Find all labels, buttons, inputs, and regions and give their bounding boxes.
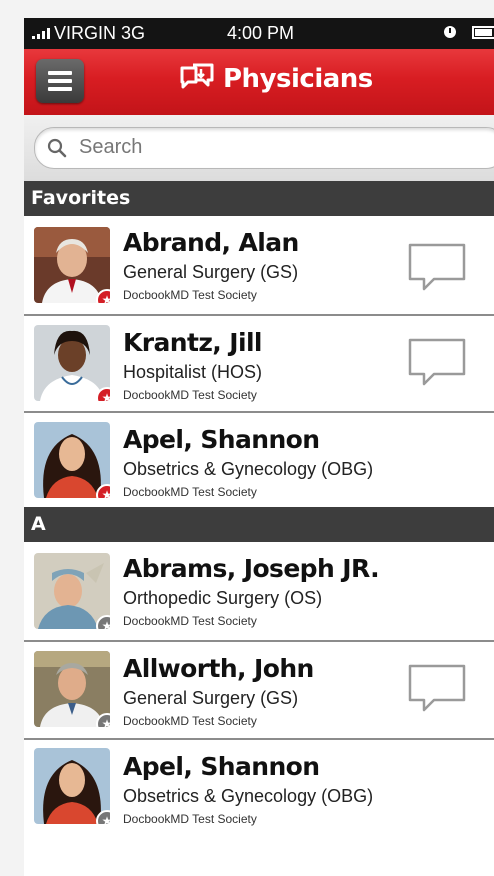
physician-row[interactable]: ★ Apel, Shannon Obsetrics & Gynecology (… <box>24 413 494 507</box>
avatar: ★ <box>34 325 110 401</box>
search-field[interactable] <box>34 127 494 169</box>
message-bubble-icon[interactable] <box>406 336 468 388</box>
physician-society: DocbookMD Test Society <box>123 714 257 728</box>
avatar: ★ <box>34 553 110 629</box>
avatar: ★ <box>34 422 110 498</box>
status-bar: VIRGIN 3G 4:00 PM <box>24 18 494 49</box>
physician-society: DocbookMD Test Society <box>123 288 257 302</box>
phone-screen: VIRGIN 3G 4:00 PM Physicians Search Favo… <box>24 18 494 876</box>
avatar: ★ <box>34 227 110 303</box>
section-header-favorites: Favorites <box>24 181 494 216</box>
physician-name: Krantz, Jill <box>123 328 262 357</box>
physician-row[interactable]: ★ Abrams, Joseph JR. Orthopedic Surgery … <box>24 542 494 642</box>
message-bubble-icon[interactable] <box>406 241 468 293</box>
navigation-bar: Physicians <box>24 49 494 115</box>
physician-society: DocbookMD Test Society <box>123 485 257 499</box>
message-bubble-icon[interactable] <box>406 662 468 714</box>
physician-specialty: General Surgery (GS) <box>123 688 299 708</box>
chat-bubbles-icon <box>180 63 214 89</box>
physician-specialty: Orthopedic Surgery (OS) <box>123 588 323 608</box>
physician-name: Abrand, Alan <box>123 228 299 257</box>
carrier-label: VIRGIN 3G <box>54 23 146 43</box>
physician-name: Abrams, Joseph JR. <box>123 554 380 583</box>
physician-specialty: Obsetrics & Gynecology (OBG) <box>123 459 374 479</box>
physician-specialty: Obsetrics & Gynecology (OBG) <box>123 786 374 806</box>
physician-row[interactable]: ★ Krantz, Jill Hospitalist (HOS) Docbook… <box>24 316 494 413</box>
search-input[interactable] <box>79 134 479 160</box>
physician-specialty: General Surgery (GS) <box>123 262 299 282</box>
avatar: ★ <box>34 748 110 824</box>
physician-society: DocbookMD Test Society <box>123 812 257 826</box>
status-time: 4:00 PM <box>227 23 295 43</box>
search-bar <box>24 115 494 181</box>
physician-row[interactable]: ★ Allworth, John General Surgery (GS) Do… <box>24 642 494 740</box>
physician-row[interactable]: ★ Abrand, Alan General Surgery (GS) Docb… <box>24 216 494 316</box>
clock-icon <box>444 26 456 38</box>
avatar: ★ <box>34 651 110 727</box>
search-icon <box>47 138 67 158</box>
menu-button[interactable] <box>36 59 84 103</box>
physician-name: Apel, Shannon <box>123 752 320 781</box>
section-header-a: A <box>24 507 494 542</box>
nav-title-group: Physicians <box>179 63 373 95</box>
physician-name: Apel, Shannon <box>123 425 320 454</box>
page-title: Physicians <box>223 64 373 94</box>
physician-name: Allworth, John <box>123 654 314 683</box>
battery-icon <box>472 26 494 39</box>
physician-society: DocbookMD Test Society <box>123 614 257 628</box>
physician-row[interactable]: ★ Apel, Shannon Obsetrics & Gynecology (… <box>24 740 494 836</box>
physician-society: DocbookMD Test Society <box>123 388 257 402</box>
signal-strength-icon <box>32 27 50 39</box>
physician-specialty: Hospitalist (HOS) <box>123 362 263 382</box>
